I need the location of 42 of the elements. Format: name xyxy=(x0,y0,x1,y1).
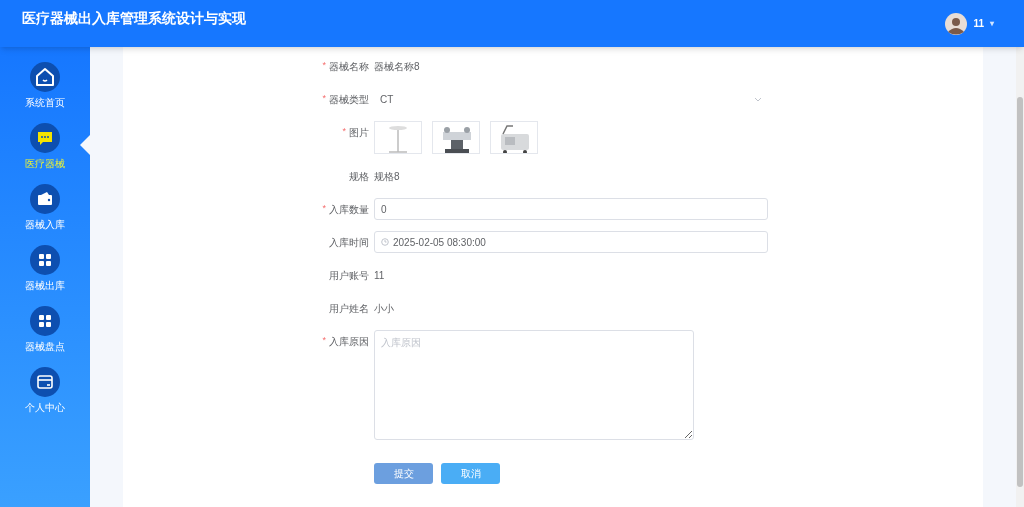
field-label: 器械名称 xyxy=(329,59,369,74)
sidebar-item[interactable]: 器械盘点 xyxy=(0,306,90,354)
chevron-down-icon xyxy=(754,96,762,102)
field-value: 小小 xyxy=(374,301,394,316)
field-label: 规格 xyxy=(349,169,369,184)
home-icon xyxy=(30,62,60,92)
datetime-input[interactable]: 2025-02-05 08:30:00 xyxy=(374,231,768,253)
required-mark: * xyxy=(322,202,326,216)
sidebar-item[interactable]: 医疗器械 xyxy=(0,123,90,171)
type-select[interactable]: CT xyxy=(374,88,768,110)
scrollbar[interactable] xyxy=(1016,47,1024,507)
field-label: 图片 xyxy=(349,125,369,140)
field-label: 入库时间 xyxy=(329,235,369,250)
sidebar-item[interactable]: 器械出库 xyxy=(0,245,90,293)
clock-icon xyxy=(381,238,389,246)
field-value: 11 xyxy=(374,268,385,283)
user-menu[interactable]: 11 ▾ xyxy=(945,12,994,35)
grid-icon xyxy=(30,306,60,336)
submit-button[interactable]: 提交 xyxy=(374,463,433,484)
avatar-icon xyxy=(945,12,968,35)
field-value: 器械名称8 xyxy=(374,59,420,74)
sidebar-item[interactable]: 器械入库 xyxy=(0,184,90,232)
sidebar-item[interactable]: 系统首页 xyxy=(0,62,90,110)
cancel-button[interactable]: 取消 xyxy=(441,463,500,484)
chat-bubble-icon xyxy=(30,123,60,153)
required-mark: * xyxy=(342,125,346,139)
grid-icon xyxy=(30,245,60,275)
field-label: 入库原因 xyxy=(329,334,369,349)
card-icon xyxy=(30,367,60,397)
sidebar-item[interactable]: 个人中心 xyxy=(0,367,90,415)
field-label: 入库数量 xyxy=(329,202,369,217)
field-label: 用户姓名 xyxy=(329,301,369,316)
wallet-icon xyxy=(30,184,60,214)
required-mark: * xyxy=(322,59,326,73)
field-label: 器械类型 xyxy=(329,92,369,107)
required-mark: * xyxy=(322,334,326,348)
field-value: 规格8 xyxy=(374,169,400,184)
quantity-input[interactable]: 0 xyxy=(374,198,768,220)
active-indicator xyxy=(80,135,90,155)
field-label: 用户账号 xyxy=(329,268,369,283)
required-mark: * xyxy=(322,92,326,106)
app-title: 医疗器械出入库管理系统设计与实现 xyxy=(22,9,246,28)
